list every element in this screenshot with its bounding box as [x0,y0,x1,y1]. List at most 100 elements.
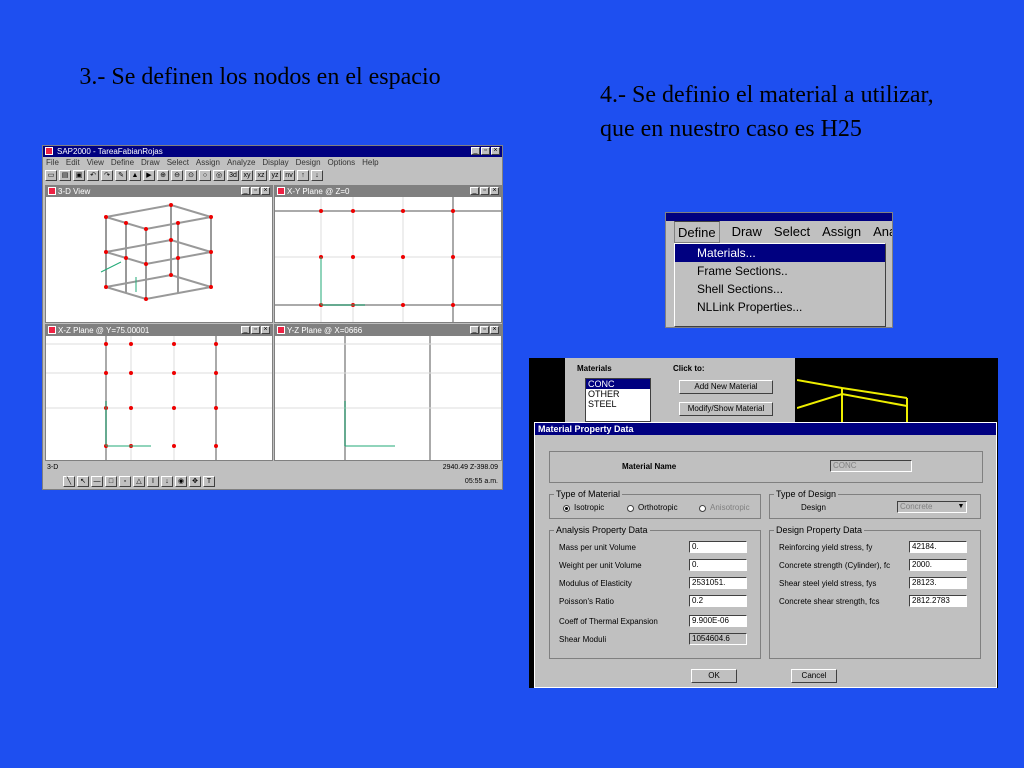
minimize-button[interactable]: _ [241,326,250,334]
isotropic-radio[interactable] [563,505,570,512]
menu-define[interactable]: Define [674,221,720,243]
draw-area-icon[interactable]: □ [105,475,117,487]
settings-icon[interactable]: ◉ [175,475,187,487]
open-folder-icon[interactable]: ▤ [59,169,71,181]
menu-item-nllink-properties[interactable]: NLLink Properties... [675,298,885,316]
view-xz-button[interactable]: xz [255,169,267,181]
chevron-down-icon[interactable]: ▼ [956,502,966,512]
select-node-icon[interactable]: ▫ [119,475,131,487]
edit-pencil-icon[interactable]: ✎ [115,169,127,181]
material-name-field[interactable]: CONC [830,460,912,472]
menu-view[interactable]: View [87,157,104,168]
text-icon[interactable]: T [203,475,215,487]
menu-assign[interactable]: Assign [196,157,220,168]
material-item-other[interactable]: OTHER [586,389,650,399]
view-yz-button[interactable]: yz [269,169,281,181]
sap-toolbar: ▭ ▤ ▣ ↶ ↷ ✎ ▲ ▶ ⊕ ⊖ ⊙ ○ ◎ 3d xy xz yz nv… [43,168,502,182]
maximize-button[interactable]: ▫ [251,326,260,334]
minimize-button[interactable]: _ [470,187,479,195]
menu-item-shell-sections[interactable]: Shell Sections... [675,280,885,298]
zoom-in-icon[interactable]: ⊕ [157,169,169,181]
weight-per-volume-field[interactable]: 0. [689,559,747,571]
menu-design[interactable]: Design [296,157,321,168]
modulus-elasticity-field[interactable]: 2531051. [689,577,747,589]
menu-select[interactable]: Select [774,221,810,243]
menu-analyze[interactable]: Analyze [873,221,892,243]
materials-list[interactable]: CONC OTHER STEEL [585,378,651,422]
menu-draw[interactable]: Draw [141,157,160,168]
close-button[interactable]: × [261,326,270,334]
view-xz-title: X-Z Plane @ Y=75.00001 [58,326,150,335]
move-icon[interactable]: ✥ [189,475,201,487]
menu-file[interactable]: File [46,157,59,168]
reinforcing-yield-field[interactable]: 42184. [909,541,967,553]
material-item-steel[interactable]: STEEL [586,399,650,409]
up-arrow-icon[interactable]: ↑ [297,169,309,181]
shear-moduli-field: 1054604.6 [689,633,747,645]
material-item-conc[interactable]: CONC [586,379,650,389]
draw-line-icon[interactable]: — [91,475,103,487]
lock-icon[interactable]: ▲ [129,169,141,181]
close-button[interactable]: × [490,187,499,195]
orthotropic-radio[interactable] [627,505,634,512]
menu-draw[interactable]: Draw [732,221,762,243]
view-nv-button[interactable]: nv [283,169,295,181]
view-xy-button[interactable]: xy [241,169,253,181]
maximize-button[interactable]: ▫ [251,187,260,195]
restraint-icon[interactable]: △ [133,475,145,487]
minimize-button[interactable]: _ [241,187,250,195]
draw-frame-icon[interactable]: ╲ [63,475,75,487]
poissons-ratio-field[interactable]: 0.2 [689,595,747,607]
menu-help[interactable]: Help [362,157,378,168]
maximize-button[interactable]: ▫ [481,147,490,155]
close-button[interactable]: × [491,147,500,155]
zoom-window-icon[interactable]: ⊙ [185,169,197,181]
zoom-out-icon[interactable]: ⊖ [171,169,183,181]
menu-options[interactable]: Options [328,157,356,168]
design-select[interactable]: Concrete ▼ [897,501,967,513]
maximize-button[interactable]: ▫ [480,326,489,334]
minimize-button[interactable]: _ [471,147,480,155]
pan-icon[interactable]: ○ [199,169,211,181]
undo-icon[interactable]: ↶ [87,169,99,181]
refresh-icon[interactable]: ◎ [213,169,225,181]
view-3d-button[interactable]: 3d [227,169,239,181]
material-name-label: Material Name [622,462,677,471]
view-yz-title: Y-Z Plane @ X=0666 [287,326,363,335]
menu-display[interactable]: Display [262,157,288,168]
modify-show-material-button[interactable]: Modify/Show Material [679,402,773,416]
menu-assign[interactable]: Assign [822,221,861,243]
menu-define[interactable]: Define [111,157,134,168]
load-icon[interactable]: ↓ [161,475,173,487]
mass-per-volume-field[interactable]: 0. [689,541,747,553]
redo-icon[interactable]: ↷ [101,169,113,181]
new-file-icon[interactable]: ▭ [45,169,57,181]
run-analysis-icon[interactable]: ▶ [143,169,155,181]
menu-item-frame-sections[interactable]: Frame Sections.. [675,262,885,280]
minimize-button[interactable]: _ [470,326,479,334]
menu-item-materials[interactable]: Materials... [675,244,885,262]
materials-panel: Materials CONC OTHER STEEL Click to: Add… [565,358,795,422]
down-arrow-icon[interactable]: ↓ [311,169,323,181]
view-xz-plane[interactable]: X-Z Plane @ Y=75.00001 _ ▫ × [45,324,273,461]
concrete-shear-strength-field[interactable]: 2812.2783 [909,595,967,607]
pointer-icon[interactable]: ↖ [77,475,89,487]
view-yz-plane[interactable]: Y-Z Plane @ X=0666 _ ▫ × [274,324,502,461]
maximize-button[interactable]: ▫ [480,187,489,195]
close-button[interactable]: × [490,326,499,334]
menu-analyze[interactable]: Analyze [227,157,255,168]
menu-select[interactable]: Select [167,157,189,168]
shear-steel-yield-field[interactable]: 28123. [909,577,967,589]
close-button[interactable]: × [261,187,270,195]
anisotropic-radio[interactable] [699,505,706,512]
add-new-material-button[interactable]: Add New Material [679,380,773,394]
cancel-button[interactable]: Cancel [791,669,837,683]
concrete-strength-field[interactable]: 2000. [909,559,967,571]
view-3d[interactable]: 3-D View _ ▫ × [45,185,273,323]
view-xy-plane[interactable]: X-Y Plane @ Z=0 _ ▫ × [274,185,502,323]
section-icon[interactable]: I [147,475,159,487]
thermal-expansion-field[interactable]: 9.900E-06 [689,615,747,627]
save-icon[interactable]: ▣ [73,169,85,181]
menu-edit[interactable]: Edit [66,157,80,168]
ok-button[interactable]: OK [691,669,737,683]
